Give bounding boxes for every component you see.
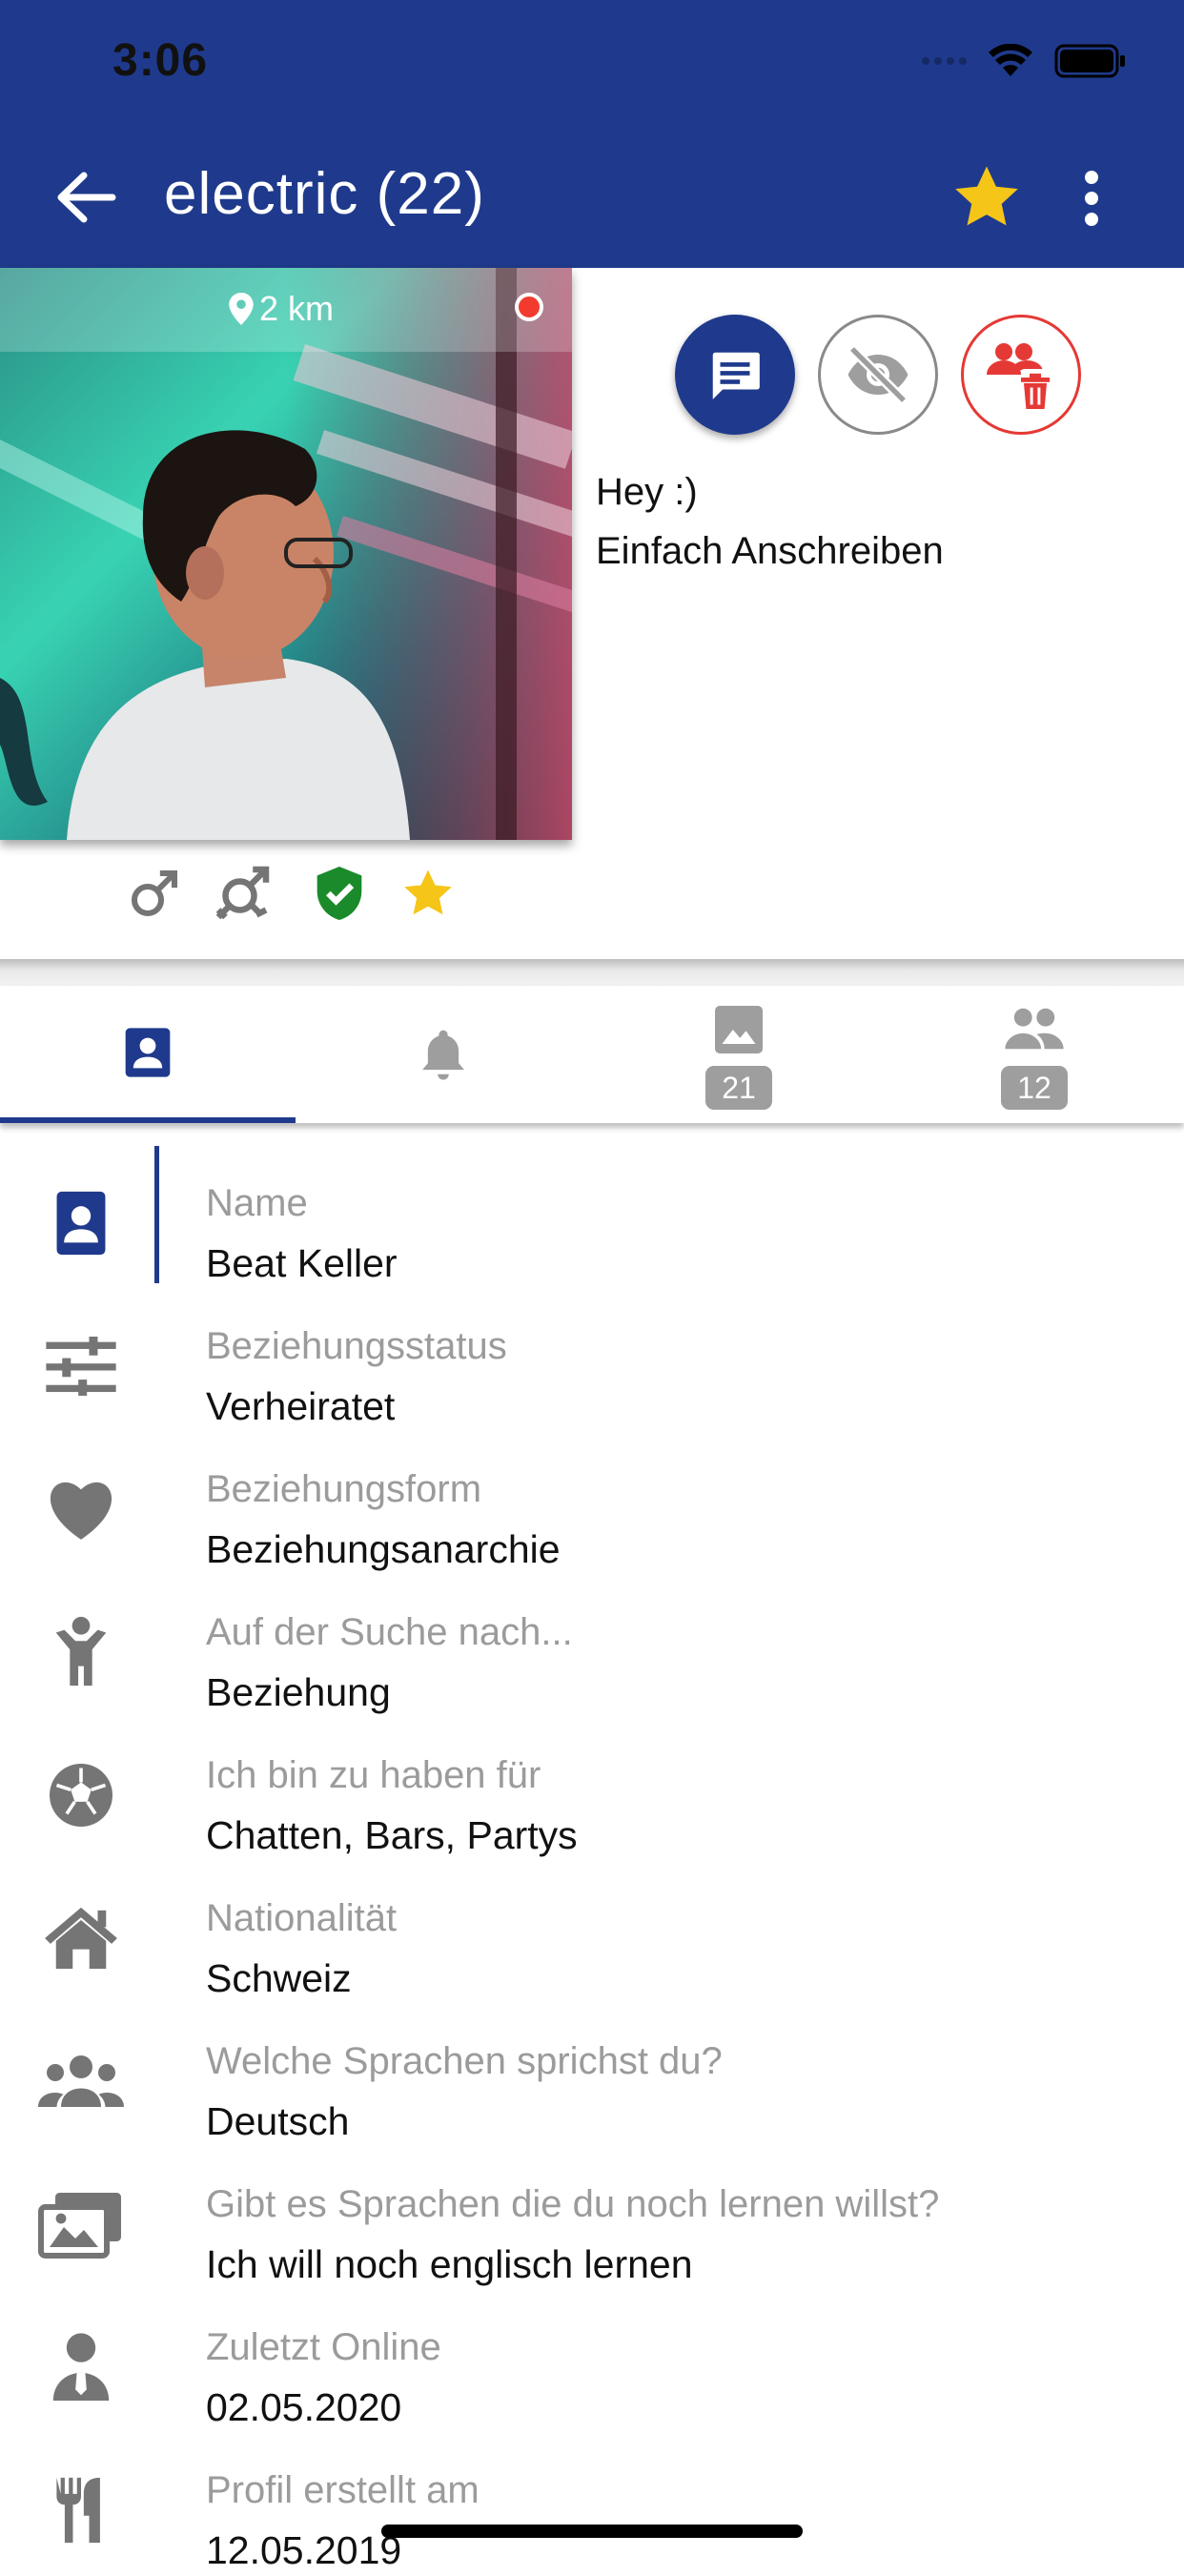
tab-notifications[interactable]	[296, 986, 591, 1123]
sliders-icon	[46, 1337, 116, 1396]
app-bar: 3:06 electric (22)	[0, 0, 1184, 268]
bisexual-symbol-icon	[215, 866, 270, 920]
detail-row-looking-for: Auf der Suche nach... Beziehung	[0, 1575, 1184, 1718]
detail-row-last-online: Zuletzt Online 02.05.2020	[0, 2290, 1184, 2433]
chat-icon	[712, 352, 760, 399]
profile-badges	[128, 862, 458, 925]
detail-value: Beziehungsanarchie	[206, 1527, 561, 1571]
soccer-ball-icon	[50, 1764, 112, 1827]
people-icon	[1005, 1008, 1064, 1050]
detail-row-profile-created: Profil erstellt am 12.05.2019	[0, 2433, 1184, 2576]
detail-row-name: Name Beat Keller	[0, 1146, 1184, 1289]
status-time: 3:06	[112, 35, 209, 86]
detail-label: Zuletzt Online	[206, 2326, 441, 2368]
detail-row-relationship-status: Beziehungsstatus Verheiratet	[0, 1289, 1184, 1432]
images-count-badge: 21	[705, 1066, 772, 1110]
detail-label: Auf der Suche nach...	[206, 1611, 573, 1653]
remove-friend-button[interactable]	[961, 315, 1081, 435]
status-message: Hey :) Einfach Anschreiben	[596, 462, 944, 581]
detail-row-available-for: Ich bin zu haben für Chatten, Bars, Part…	[0, 1718, 1184, 1861]
detail-value: Deutsch	[206, 2099, 350, 2143]
detail-label: Welche Sprachen sprichst du?	[206, 2040, 723, 2082]
detail-value: Beat Keller	[206, 1241, 398, 1285]
more-vert-icon[interactable]	[1070, 164, 1113, 233]
friends-count-badge: 12	[1001, 1066, 1068, 1110]
page-title: electric (22)	[164, 161, 485, 227]
detail-value: Ich will noch englisch lernen	[206, 2242, 693, 2286]
detail-value: Beziehung	[206, 1670, 391, 1714]
fork-knife-icon	[56, 2477, 100, 2544]
tab-profile[interactable]	[0, 986, 296, 1123]
eye-off-icon	[847, 345, 908, 404]
status-message-line-2: Einfach Anschreiben	[596, 530, 944, 572]
signal-icon	[922, 57, 967, 65]
tab-images[interactable]: 21	[591, 986, 887, 1123]
tab-friends[interactable]: 12	[887, 986, 1182, 1123]
detail-value: Chatten, Bars, Partys	[206, 1813, 578, 1857]
message-button[interactable]	[675, 315, 795, 435]
detail-label: Beziehungsstatus	[206, 1325, 507, 1367]
detail-label: Name	[206, 1182, 308, 1224]
verified-shield-icon	[316, 867, 362, 920]
child-icon	[55, 1616, 107, 1687]
location-pin-icon	[229, 293, 254, 325]
image-icon	[715, 1006, 763, 1053]
star-icon[interactable]	[948, 158, 1026, 236]
detail-value: 12.05.2019	[206, 2528, 402, 2572]
group-icon	[38, 2055, 124, 2107]
heart-icon	[50, 1482, 112, 1540]
bell-icon	[422, 1030, 464, 1080]
home-icon	[45, 1907, 117, 1970]
favorite-star-icon	[404, 869, 452, 915]
section-divider	[0, 959, 1184, 988]
detail-row-nationality: Nationalität Schweiz	[0, 1861, 1184, 2004]
home-indicator[interactable]	[381, 2525, 803, 2538]
photos-icon	[38, 2193, 121, 2259]
back-arrow-icon[interactable]	[50, 164, 122, 231]
online-status-indicator	[515, 293, 543, 321]
detail-value: Verheiratet	[206, 1384, 396, 1428]
tab-active-indicator	[0, 1117, 296, 1123]
detail-row-learning-languages: Gibt es Sprachen die du noch lernen will…	[0, 2147, 1184, 2290]
status-message-line-1: Hey :)	[596, 471, 698, 513]
contact-card-icon	[56, 1191, 106, 1256]
detail-label: Nationalität	[206, 1897, 398, 1939]
detail-value: Schweiz	[206, 1956, 352, 2000]
battery-icon	[1054, 44, 1127, 78]
contact-card-icon	[125, 1028, 171, 1077]
male-symbol-icon	[131, 869, 178, 917]
businessman-icon	[52, 2333, 110, 2402]
people-delete-icon	[987, 343, 1050, 409]
profile-tabs: 21 12	[0, 986, 1184, 1123]
detail-row-languages: Welche Sprachen sprichst du? Deutsch	[0, 2004, 1184, 2147]
profile-photo[interactable]: 2 km	[0, 268, 572, 840]
detail-label: Ich bin zu haben für	[206, 1754, 541, 1796]
wifi-icon	[988, 44, 1033, 78]
detail-label: Profil erstellt am	[206, 2469, 480, 2511]
detail-label: Gibt es Sprachen die du noch lernen will…	[206, 2183, 940, 2225]
detail-row-relationship-form: Beziehungsform Beziehungsanarchie	[0, 1432, 1184, 1575]
detail-label: Beziehungsform	[206, 1468, 482, 1510]
detail-value: 02.05.2020	[206, 2385, 402, 2429]
distance-label: 2 km	[229, 289, 334, 329]
status-icons	[922, 44, 1127, 78]
hide-profile-button[interactable]	[818, 315, 938, 435]
distance-value: 2 km	[259, 289, 335, 328]
